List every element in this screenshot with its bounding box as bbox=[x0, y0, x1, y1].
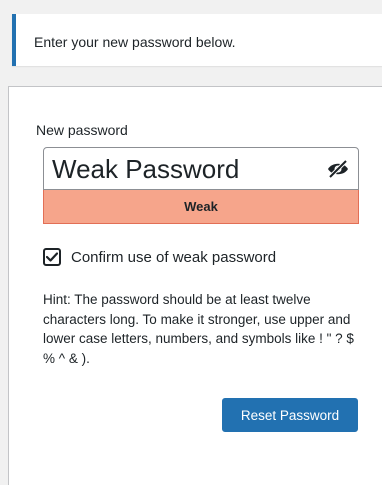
eye-slash-icon bbox=[328, 160, 348, 178]
toggle-password-visibility-button[interactable] bbox=[326, 158, 350, 180]
password-strength-meter: Weak bbox=[43, 190, 359, 224]
password-hint: Hint: The password should be at least tw… bbox=[43, 292, 354, 366]
confirm-weak-label[interactable]: Confirm use of weak password bbox=[71, 249, 276, 266]
new-password-input[interactable] bbox=[52, 153, 312, 185]
info-message: Enter your new password below. bbox=[12, 14, 382, 66]
message-text: Enter your new password below. bbox=[34, 34, 236, 50]
new-password-field bbox=[43, 147, 359, 190]
checkmark-icon bbox=[46, 252, 58, 262]
reset-password-button[interactable]: Reset Password bbox=[222, 398, 358, 432]
confirm-weak-password: Confirm use of weak password bbox=[43, 246, 276, 268]
confirm-weak-checkbox[interactable] bbox=[43, 248, 61, 266]
new-password-label: New password bbox=[36, 122, 128, 138]
